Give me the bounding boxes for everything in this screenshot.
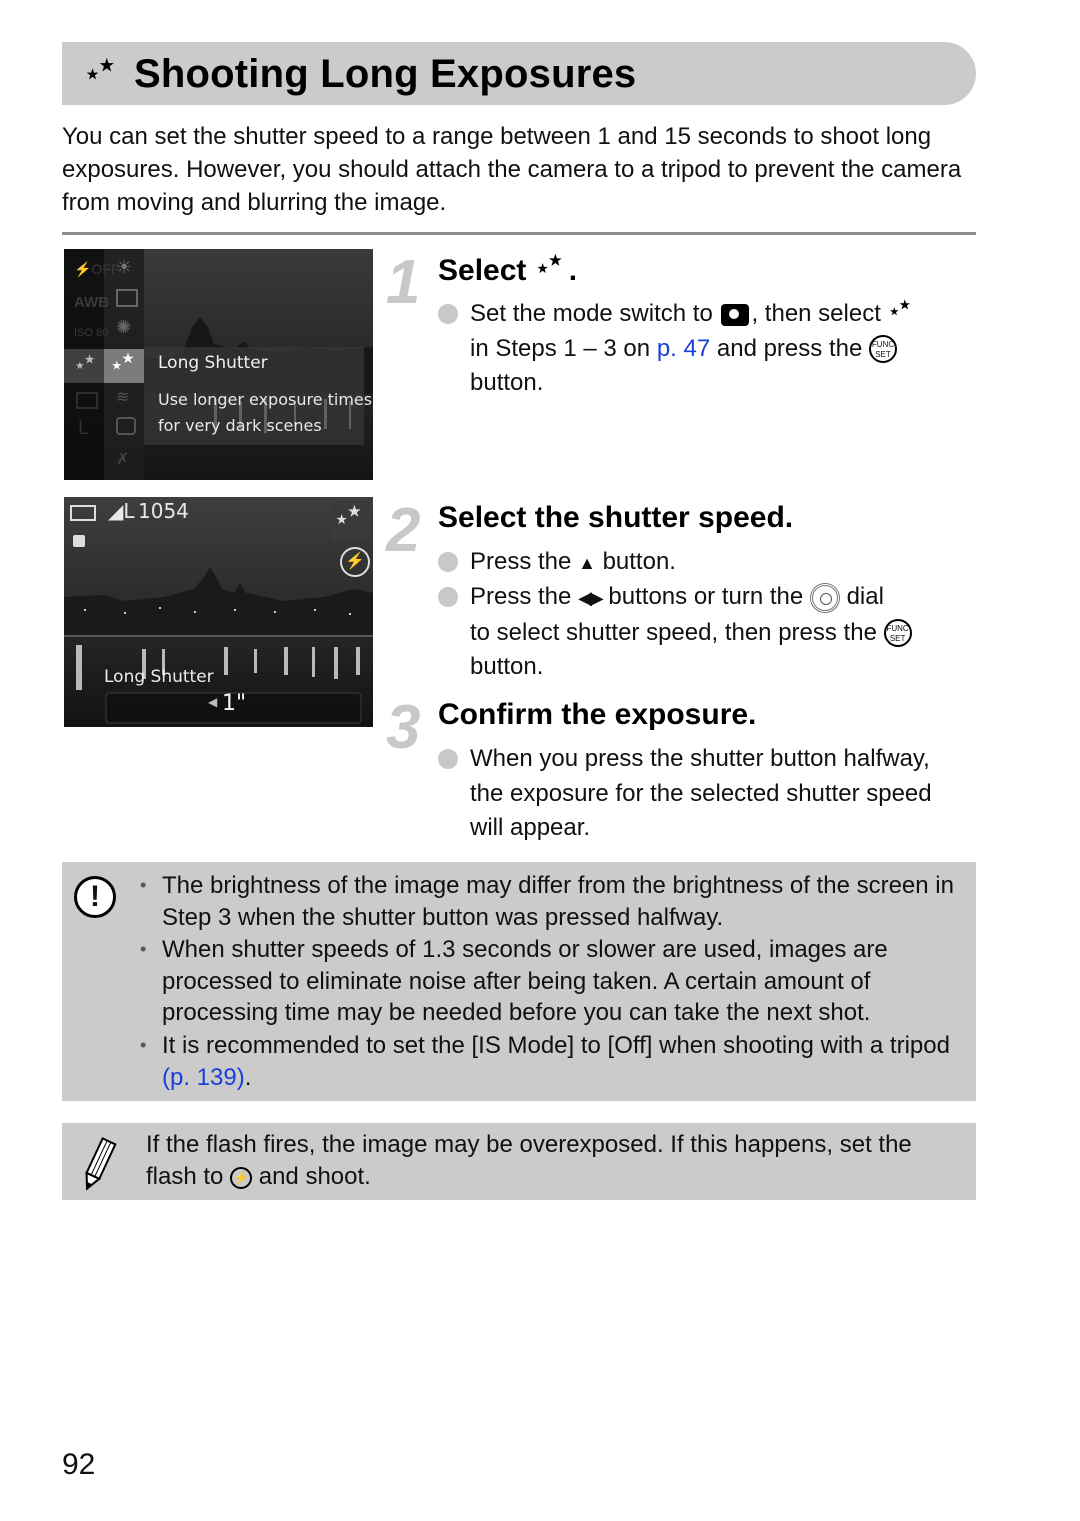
step-title-1: Select .: [438, 252, 578, 287]
func-set-icon: FUNC SET: [868, 335, 897, 364]
caution-item: • It is recommended to set the [IS Mode]…: [140, 1032, 950, 1091]
section-divider: [62, 232, 976, 235]
menu-item-title: Long Shutter: [158, 353, 268, 373]
bullet-dot: [438, 587, 458, 607]
awb-icon: AWB: [74, 294, 109, 311]
foliage-icon: ✗: [116, 451, 130, 468]
image-quality: ◢L: [108, 499, 135, 523]
long-shutter-icon: [84, 56, 122, 94]
step-title-3: Confirm the exposure.: [438, 698, 757, 731]
long-shutter-icon: [110, 351, 140, 381]
step-2-bullet-2: Press the ◀▶ buttons or turn the dial to…: [438, 580, 978, 684]
bullet-text: Press the ◀▶ buttons or turn the dial to…: [470, 580, 980, 685]
flash-off-icon: ⚡OFF: [74, 261, 120, 277]
mode-label: Long Shutter: [104, 667, 214, 687]
bullet-text: Press the ▲ button.: [470, 548, 676, 575]
sunset-icon: ☀: [116, 257, 133, 277]
bullet-text: Set the mode switch to , then select in …: [470, 297, 980, 401]
shooting-screenshot: ◢L 1054 ⚡ Long Shutter ◀ 1": [64, 497, 373, 727]
landscape-icon: [116, 289, 138, 307]
bullet-dot: [438, 552, 458, 572]
page-link-47[interactable]: p. 47: [657, 335, 710, 362]
step-1-bullet: Set the mode switch to , then select in …: [438, 297, 978, 407]
beach-icon: ≋: [116, 389, 130, 406]
step-number-3: 3: [386, 693, 421, 762]
long-shutter-icon: [535, 252, 569, 286]
intro-paragraph: You can set the shutter speed to a range…: [62, 123, 962, 216]
night-scene-image: [64, 497, 373, 727]
flash-off-icon: ⚡: [230, 1166, 253, 1189]
step-number-2: 2: [386, 496, 421, 565]
menu-item-desc-line2: for very dark scenes: [158, 416, 322, 435]
caution-icon: !: [74, 876, 116, 918]
menu-screenshot: ⚡OFF AWB ISO 80 L ☀ ✺ ≋ ✗ Long Shutter U…: [64, 249, 373, 480]
page-title: Shooting Long Exposures: [134, 52, 637, 96]
battery-icon: [70, 505, 96, 521]
step-3-bullet: When you press the shutter button halfwa…: [438, 742, 978, 846]
orientation-icon: [73, 535, 85, 547]
shutter-speed-value: 1": [222, 691, 247, 716]
step-2-bullet-1: Press the ▲ button.: [438, 545, 978, 581]
shots-remaining: 1054: [138, 499, 189, 523]
camera-icon: [721, 303, 750, 326]
step-title-2: Select the shutter speed.: [438, 501, 794, 534]
func-set-icon: FUNC SET: [883, 619, 912, 648]
aspect-icon: [76, 392, 98, 409]
fireworks-icon: ✺: [116, 317, 132, 337]
note-text: If the flash fires, the image may be ove…: [146, 1131, 912, 1190]
caution-item: • When shutter speeds of 1.3 seconds or …: [140, 936, 888, 1026]
long-shutter-icon: [74, 353, 100, 379]
pencil-icon: [85, 1137, 117, 1191]
control-dial-icon: [809, 582, 840, 613]
decrease-arrow-icon[interactable]: ◀: [208, 695, 217, 709]
bullet-dot: [438, 304, 458, 324]
flash-off-icon: ⚡: [340, 547, 370, 577]
section-title-bar: Shooting Long Exposures: [62, 42, 976, 105]
caution-box: ! • The brightness of the image may diff…: [62, 862, 976, 1101]
bullet-dot: [438, 749, 458, 769]
large-size-icon: L: [78, 417, 90, 439]
note-box: If the flash fires, the image may be ove…: [62, 1123, 976, 1200]
iso-80-icon: ISO 80: [74, 327, 109, 339]
caution-item: • The brightness of the image may differ…: [140, 872, 954, 931]
aquarium-icon: [116, 417, 136, 435]
bullet-text: When you press the shutter button halfwa…: [470, 745, 932, 841]
up-arrow-icon: ▲: [578, 553, 596, 573]
step-number-1: 1: [386, 248, 421, 317]
left-right-arrows-icon: ◀▶: [578, 588, 604, 608]
long-shutter-icon: [888, 298, 916, 326]
page-link-139[interactable]: (p. 139): [162, 1064, 245, 1091]
menu-item-desc-line1: Use longer exposure times: [158, 390, 373, 409]
long-shutter-icon: [334, 503, 368, 537]
page-number: 92: [62, 1448, 96, 1481]
